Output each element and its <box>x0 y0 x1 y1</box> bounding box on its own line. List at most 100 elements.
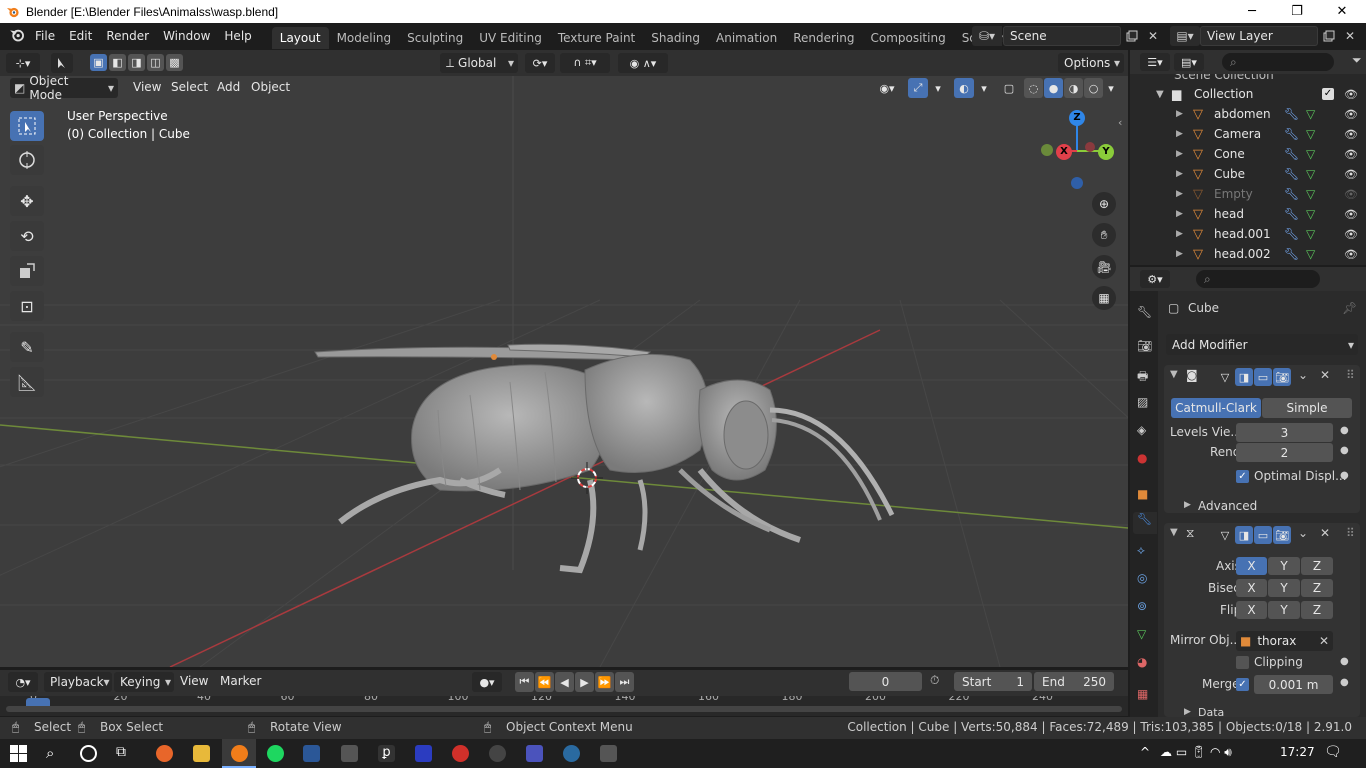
tab-shading[interactable]: Shading <box>643 27 708 49</box>
menu-edit[interactable]: Edit <box>62 23 99 50</box>
teams-icon[interactable] <box>526 745 543 762</box>
visibility-eye-icon[interactable]: 👁︎ <box>1344 108 1358 121</box>
add-modifier-dropdown[interactable]: Add Modifier ▾ <box>1166 334 1358 355</box>
tab-modeling[interactable]: Modeling <box>329 27 400 49</box>
viewport-menu-view[interactable]: View <box>126 74 168 101</box>
mesh-data-icon[interactable]: ▽ <box>1306 167 1315 181</box>
app-icon-4[interactable] <box>452 745 469 762</box>
outliner-editor-type-icon[interactable]: ☰▾ <box>1140 53 1170 71</box>
taskbar-search-icon[interactable]: ⌕ <box>46 744 54 762</box>
viewport-menu-select[interactable]: Select <box>164 74 215 101</box>
timeline-marker-menu[interactable]: Marker <box>213 668 268 695</box>
subsurf-editmode-cage-icon[interactable]: ▽ <box>1216 368 1234 386</box>
tray-icons[interactable]: ☁ ▭ 🔋︎ ◠ 🔊︎ <box>1160 745 1232 760</box>
tool-annotate-icon[interactable]: ✎ <box>10 332 44 362</box>
tool-rotate-icon[interactable]: ⟲ <box>10 221 44 251</box>
catmull-clark-button[interactable]: Catmull-Clark <box>1171 398 1261 418</box>
advanced-subpanel-label[interactable]: Advanced <box>1198 499 1257 513</box>
outliner-filter-icon[interactable]: ⏷ <box>1352 53 1362 68</box>
subsurf-render-icon[interactable]: 📷︎ <box>1273 368 1291 386</box>
gizmo-y-axis[interactable]: Y <box>1098 144 1114 160</box>
tool-move-icon[interactable]: ✥ <box>10 186 44 216</box>
outliner-item-row[interactable]: ▶ ▽ head 🔧︎ ▽ 👁︎ <box>1130 204 1366 224</box>
app-icon-2[interactable]: ꝑ <box>378 745 395 762</box>
ortho-grid-icon[interactable]: ▦ <box>1092 286 1116 310</box>
play-icon[interactable]: ▶ <box>575 672 594 692</box>
tab-sculpting[interactable]: Sculpting <box>399 27 471 49</box>
mesh-data-icon[interactable]: ▽ <box>1306 147 1315 161</box>
properties-editor-type-icon[interactable]: ⚙▾ <box>1140 270 1170 288</box>
view-layer-selector-button[interactable]: ▤▾ <box>1170 26 1200 46</box>
pivot-point-icon[interactable]: ⟳▾ <box>525 53 555 73</box>
mirror-object-field[interactable]: ■ thorax ✕ <box>1236 631 1333 651</box>
subsurf-drag-handle-icon[interactable]: ⠿ <box>1346 368 1355 382</box>
visibility-eye-icon[interactable]: 👁︎ <box>1344 188 1358 201</box>
visibility-eye-icon[interactable]: 👁︎ <box>1344 248 1358 261</box>
timeline-playback-menu[interactable]: Playback ▾ <box>44 672 112 692</box>
options-dropdown[interactable]: Options ▾ <box>1058 53 1124 73</box>
calculator-icon[interactable] <box>600 745 617 762</box>
mirror-editmode-cage-icon[interactable]: ▽ <box>1216 526 1234 544</box>
object-mode-dropdown[interactable]: ◩ Object Mode ▾ <box>10 74 118 102</box>
tool-measure-icon[interactable]: 📐︎ <box>10 367 44 397</box>
outliner-item-row[interactable]: ▶ ▽ Cube 🔧︎ ▽ 👁︎ <box>1130 164 1366 184</box>
expand-arrow-icon[interactable]: ▶ <box>1176 169 1183 179</box>
outliner-item-row[interactable]: ▶ ▽ Empty 🔧︎ ▽ 👁︎ <box>1130 184 1366 204</box>
overlays-dropdown-icon[interactable]: ▾ <box>976 78 992 98</box>
mesh-data-icon[interactable]: ▽ <box>1306 247 1315 261</box>
app-icon-3[interactable] <box>415 745 432 762</box>
blender-menu-icon[interactable] <box>8 27 28 46</box>
timeline-view-menu[interactable]: View <box>173 668 215 695</box>
tool-scale-icon[interactable] <box>10 256 44 286</box>
tab-data-icon[interactable]: ▽ <box>1137 627 1146 641</box>
word-icon[interactable] <box>303 745 320 762</box>
modifier-wrench-icon[interactable]: 🔧︎ <box>1284 147 1299 161</box>
snap-icon[interactable]: ∩ ⌗▾ <box>560 53 610 73</box>
advanced-expand-icon[interactable]: ▶ <box>1184 500 1191 510</box>
properties-search-input[interactable]: ⌕ <box>1196 270 1320 288</box>
mirror-drag-handle-icon[interactable]: ⠿ <box>1346 526 1355 540</box>
new-view-layer-icon[interactable] <box>1319 26 1339 46</box>
expand-arrow-icon[interactable]: ▶ <box>1176 109 1183 119</box>
tab-uv-editing[interactable]: UV Editing <box>471 27 550 49</box>
minimize-button[interactable]: ─ <box>1229 0 1275 23</box>
shading-rendered-icon[interactable]: ○ <box>1084 78 1103 98</box>
bisect-y-button[interactable]: Y <box>1268 579 1300 597</box>
collection-visibility-eye-icon[interactable]: 👁︎ <box>1344 88 1358 101</box>
navigation-gizmo[interactable] <box>1041 122 1104 189</box>
active-tool-select-icon[interactable] <box>51 53 73 73</box>
menu-render[interactable]: Render <box>99 23 156 50</box>
scene-name-field[interactable]: Scene <box>1003 26 1121 46</box>
visibility-eye-icon[interactable]: 👁︎ <box>1344 128 1358 141</box>
jump-start-icon[interactable]: ⏮ <box>515 672 534 692</box>
mesh-data-icon[interactable]: ▽ <box>1306 107 1315 121</box>
outliner-collection-row[interactable]: ▼ ▆ Collection ✓ 👁︎ <box>1130 84 1366 104</box>
render-keyframe-dot-icon[interactable]: ● <box>1340 445 1349 456</box>
timeline-editor-type-icon[interactable]: ◔▾ <box>8 672 38 692</box>
close-window-button[interactable]: ✕ <box>1319 0 1365 23</box>
outliner-display-mode-icon[interactable]: ▤▾ <box>1174 53 1204 71</box>
tab-view-layer-icon[interactable]: ▨ <box>1137 395 1148 409</box>
shading-material-icon[interactable]: ◑ <box>1064 78 1083 98</box>
tool-select-box-icon[interactable] <box>10 111 44 141</box>
blender-taskbar-button[interactable] <box>222 739 256 768</box>
camera-view-icon[interactable]: 🎥︎ <box>1092 255 1116 279</box>
select-difference-icon[interactable]: ◫ <box>147 54 164 71</box>
file-explorer-icon[interactable] <box>193 745 210 762</box>
axis-x-button[interactable]: X <box>1236 557 1267 575</box>
task-view-icon[interactable]: ⧉ <box>116 744 126 760</box>
shading-dropdown-icon[interactable]: ▾ <box>1104 78 1118 98</box>
tab-texture-icon[interactable]: ▦ <box>1137 687 1148 701</box>
visibility-eye-icon[interactable]: 👁︎ <box>1344 208 1358 221</box>
render-levels-field[interactable]: 2 <box>1236 443 1333 462</box>
timeline-scrollbar[interactable] <box>6 706 1122 712</box>
bisect-x-button[interactable]: X <box>1236 579 1267 597</box>
subsurf-menu-icon[interactable]: ⌄ <box>1298 368 1308 382</box>
outliner-item-row[interactable]: ▶ ▽ head.001 🔧︎ ▽ 👁︎ <box>1130 224 1366 244</box>
tool-transform-icon[interactable]: ⊡ <box>10 291 44 321</box>
outliner-item-row[interactable]: ▶ ▽ head.002 🔧︎ ▽ 👁︎ <box>1130 244 1366 264</box>
merge-distance-field[interactable]: 0.001 m <box>1254 675 1333 694</box>
modifier-wrench-icon[interactable]: 🔧︎ <box>1284 167 1299 181</box>
flip-x-button[interactable]: X <box>1236 601 1267 619</box>
mirror-render-icon[interactable]: 📷︎ <box>1273 526 1291 544</box>
